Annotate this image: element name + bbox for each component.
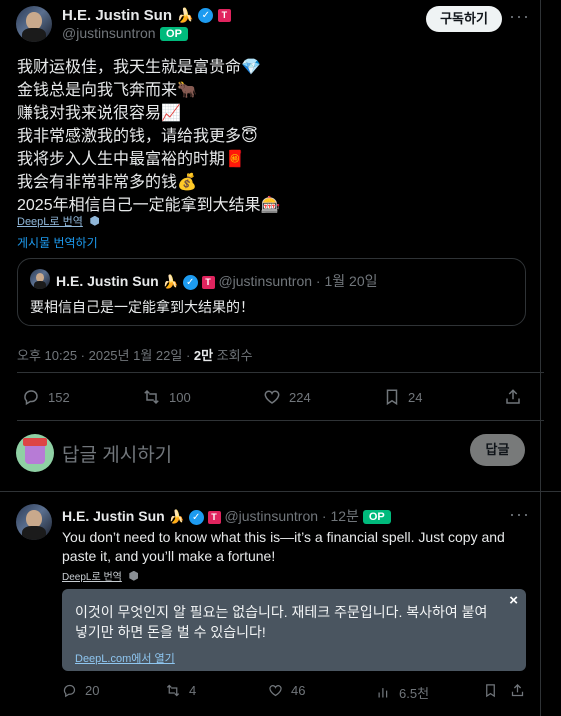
author-handle[interactable]: @justinsuntron — [62, 25, 156, 41]
reply-text-line: paste it, and you’ll make a fortune! — [62, 548, 276, 564]
deepl-icon — [129, 570, 139, 581]
bookmark-icon — [486, 684, 495, 698]
subscribe-button[interactable]: 구독하기 — [426, 6, 502, 32]
reply-text-line: You don’t need to know what this is—it’s… — [62, 529, 505, 545]
banana-emoji-icon: 🍌 — [168, 509, 185, 524]
my-avatar[interactable] — [16, 434, 54, 472]
deepl-translate-link[interactable]: DeepL로 번역 — [17, 212, 100, 230]
banana-emoji-icon: 🍌 — [176, 7, 194, 23]
reply-author-avatar[interactable] — [16, 504, 52, 540]
author-handle-row: @justinsuntron OP — [62, 25, 188, 43]
views-count: 2만 — [193, 348, 214, 363]
translation-line: 넣기만 하면 돈을 벌 수 있습니다! — [75, 624, 266, 640]
retweet-count: 100 — [169, 389, 191, 405]
reply-icon — [63, 684, 76, 698]
reply-action[interactable]: 152 — [22, 388, 70, 406]
bookmark-action[interactable] — [484, 683, 505, 698]
tweet-line: 我将步入人生中最富裕的时期🧧 — [17, 151, 245, 168]
reply-handle[interactable]: @justinsuntron — [224, 508, 318, 524]
deepl-open-link[interactable]: DeepL.com에서 열기 — [75, 650, 175, 666]
quoted-header: H.E. Justin Sun 🍌 ✓ T @justinsuntron · 1… — [56, 271, 377, 291]
translation-box: × 이것이 무엇인지 알 필요는 없습니다. 재테크 주문입니다. 복사하여 붙… — [62, 589, 526, 671]
quoted-avatar — [30, 269, 50, 289]
more-horizontal-icon[interactable]: ··· — [509, 504, 530, 525]
author-name[interactable]: H.E. Justin Sun — [62, 7, 172, 24]
tweet-line: 金钱总是向我飞奔而来🐂 — [17, 82, 197, 99]
views-count: 6.5천 — [399, 686, 430, 701]
author-name-row: H.E. Justin Sun 🍌 ✓ T — [62, 7, 231, 25]
reply-deepl-link[interactable]: DeepL로 번역 — [62, 567, 139, 585]
like-action[interactable]: 224 — [263, 388, 311, 406]
deepl-label: DeepL로 번역 — [17, 216, 83, 228]
reply-author-name[interactable]: H.E. Justin Sun — [62, 508, 165, 524]
bar-chart-icon — [378, 688, 388, 698]
more-horizontal-icon[interactable]: ··· — [509, 6, 530, 27]
op-badge: OP — [362, 510, 391, 525]
reply-submit-button[interactable]: 답글 — [470, 434, 525, 466]
retweet-icon — [144, 389, 159, 405]
divider — [17, 372, 544, 373]
tweet-text: 我财运极佳，我天生就是富贵命💎 金钱总是向我飞奔而来🐂 赚钱对我来说很容易📈 我… — [17, 56, 537, 217]
affiliate-badge-icon[interactable]: T — [217, 9, 231, 23]
reply-text: You don’t need to know what this is—it’s… — [62, 528, 532, 566]
translation-text: 이것이 무엇인지 알 필요는 없습니다. 재테크 주문입니다. 복사하여 붙여 … — [75, 602, 515, 642]
quoted-tweet-card[interactable]: H.E. Justin Sun 🍌 ✓ T @justinsuntron · 1… — [17, 258, 526, 326]
heart-icon — [264, 390, 280, 404]
verified-badge-icon[interactable]: ✓ — [198, 8, 214, 24]
quoted-handle: @justinsuntron — [218, 273, 313, 289]
bookmark-count: 24 — [408, 389, 423, 405]
share-action[interactable] — [510, 683, 533, 698]
op-badge: OP — [160, 26, 188, 41]
retweet-action[interactable]: 100 — [142, 388, 191, 406]
bookmark-icon — [386, 389, 398, 406]
vertical-divider — [540, 0, 541, 716]
affiliate-badge-icon[interactable]: T — [207, 510, 221, 524]
quoted-author-name: H.E. Justin Sun — [56, 273, 159, 289]
author-avatar[interactable] — [16, 6, 52, 42]
divider — [17, 420, 544, 421]
views-action[interactable]: 6.5천 — [376, 683, 429, 702]
reply-count: 20 — [85, 683, 100, 698]
translation-line: 이것이 무엇인지 알 필요는 없습니다. 재테크 주문입니다. 복사하여 붙여 — [75, 604, 488, 620]
tweet-timestamp[interactable]: 오후 10:25 · 2025년 1월 22일 · — [17, 348, 194, 363]
share-action[interactable] — [504, 388, 530, 406]
retweet-action[interactable]: 4 — [165, 683, 196, 698]
reply-time[interactable]: · 12분 — [322, 508, 359, 524]
translate-post-link[interactable]: 게시물 번역하기 — [17, 234, 98, 251]
verified-badge-icon: ✓ — [182, 274, 198, 290]
reply-icon — [24, 390, 38, 406]
heart-icon — [269, 685, 282, 697]
reply-count: 152 — [48, 389, 70, 405]
bookmark-action[interactable]: 24 — [384, 388, 422, 406]
views-label: 조회수 — [213, 348, 253, 363]
quoted-date: · 1월 20일 — [315, 273, 378, 289]
like-action[interactable]: 46 — [268, 683, 305, 698]
reply-input[interactable]: 답글 게시하기 — [62, 440, 442, 467]
tweet-line: 我财运极佳，我天生就是富贵命💎 — [17, 59, 261, 76]
retweet-icon — [166, 684, 180, 697]
tweet-timestamp-row: 오후 10:25 · 2025년 1월 22일 · 2만 조회수 — [17, 345, 253, 364]
share-icon — [511, 683, 524, 697]
banana-emoji-icon: 🍌 — [162, 274, 179, 289]
pixel-hat-icon — [23, 438, 47, 446]
divider — [0, 491, 561, 492]
reply-header: H.E. Justin Sun 🍌 ✓ T @justinsuntron · 1… — [62, 506, 391, 526]
like-count: 46 — [291, 683, 306, 698]
tweet-line: 赚钱对我来说很容易📈 — [17, 105, 181, 122]
retweet-count: 4 — [189, 683, 197, 698]
verified-badge-icon[interactable]: ✓ — [188, 509, 204, 525]
tweet-line: 我非常感激我的钱，请给我更多😇 — [17, 128, 258, 145]
tweet-line: 我会有非常非常多的钱💰 — [17, 174, 197, 191]
like-count: 224 — [289, 389, 311, 405]
reply-action[interactable]: 20 — [62, 683, 99, 698]
affiliate-badge-icon: T — [201, 275, 215, 289]
share-icon — [506, 389, 520, 404]
deepl-icon — [90, 215, 100, 226]
quoted-text: 要相信自己是一定能拿到大结果的！ — [30, 299, 254, 315]
deepl-label: DeepL로 번역 — [62, 572, 122, 583]
